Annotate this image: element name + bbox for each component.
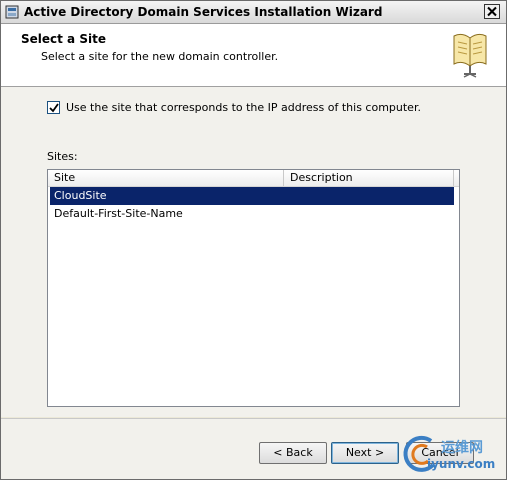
book-icon [450,30,490,78]
watermark-logo: 运维网 iyunv.com [401,431,506,477]
site-row-cloudsite[interactable]: CloudSite [50,187,454,205]
wizard-header: Select a Site Select a site for the new … [1,24,506,87]
use-ip-site-checkbox[interactable] [47,101,60,114]
close-icon[interactable] [484,4,500,19]
back-button[interactable]: < Back [259,442,327,464]
page-title: Select a Site [21,32,106,46]
watermark-line2: iyunv.com [427,457,496,471]
window-title: Active Directory Domain Services Install… [24,5,383,19]
site-row-default-first-site-name[interactable]: Default-First-Site-Name [48,205,459,223]
sites-list[interactable]: Site Description CloudSite Default-First… [47,169,460,407]
sites-label: Sites: [47,150,78,163]
page-subtitle: Select a site for the new domain control… [41,50,279,63]
wizard-content: Use the site that corresponds to the IP … [1,87,506,417]
next-button[interactable]: Next > [331,442,399,464]
column-header-description[interactable]: Description [284,170,454,186]
use-ip-site-label[interactable]: Use the site that corresponds to the IP … [66,101,421,114]
watermark-line1: 运维网 [441,440,483,456]
app-icon [5,5,19,19]
use-ip-site-option[interactable]: Use the site that corresponds to the IP … [47,101,421,114]
sites-list-header: Site Description [48,170,459,187]
site-name: Default-First-Site-Name [54,207,183,220]
wizard-window: Active Directory Domain Services Install… [0,0,507,480]
column-header-site[interactable]: Site [48,170,284,186]
site-name: CloudSite [54,189,107,202]
title-bar[interactable]: Active Directory Domain Services Install… [1,1,506,24]
